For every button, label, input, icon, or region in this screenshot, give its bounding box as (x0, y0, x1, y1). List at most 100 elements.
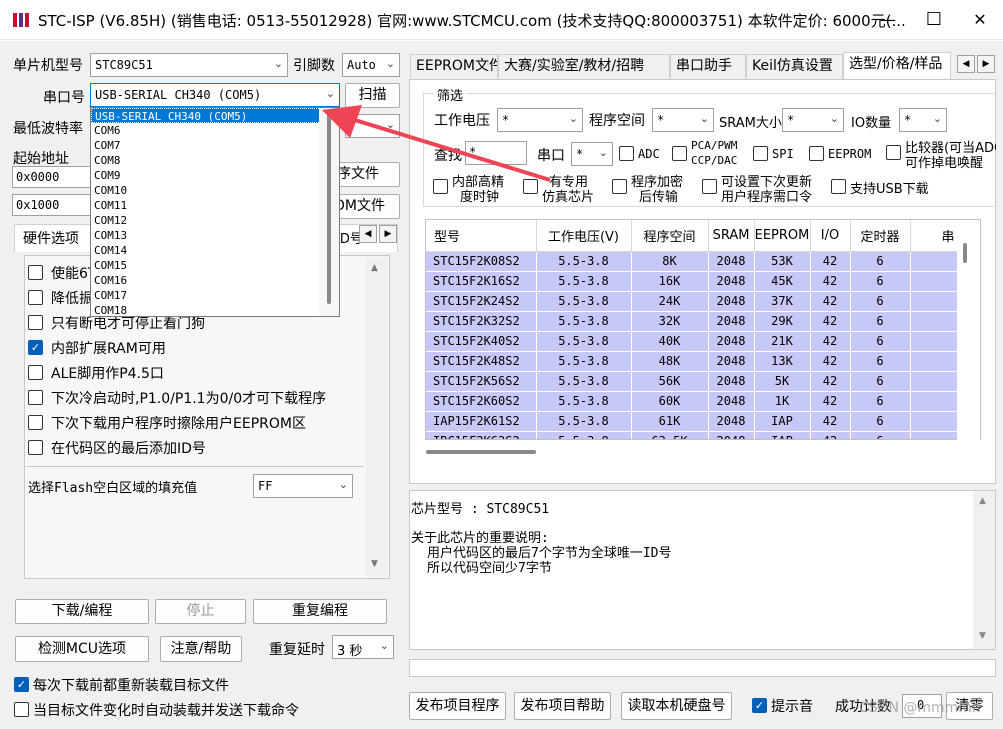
options-scrollbar[interactable]: ▲ ▼ (366, 257, 388, 577)
column-header[interactable]: 定时器 (850, 220, 911, 252)
scroll-up-icon[interactable]: ▲ (979, 496, 986, 506)
table-cell: 6 (850, 351, 911, 372)
tab-1[interactable]: 大赛/实验室/教材/招聘 (498, 54, 670, 78)
publish-program-button[interactable]: 发布项目程序 (409, 692, 506, 720)
tab-4[interactable]: 选型/价格/样品 (843, 52, 951, 79)
table-row[interactable]: IAP15F2K61S2 5.5-3.8 61K 2048 IAP 42 6 (426, 411, 980, 432)
tab-0[interactable]: EEPROM文件 (410, 54, 498, 78)
option-label: 在代码区的最后添加ID号 (51, 441, 206, 457)
option-checkbox[interactable] (28, 365, 43, 380)
table-row[interactable]: IRC15F2K63S25.5-3.863.5K2048IAP426 (426, 431, 980, 439)
fill-select[interactable]: FF ⌄ (253, 474, 353, 498)
chevron-down-icon: ⌄ (699, 112, 709, 125)
chevron-down-icon: ⌄ (325, 87, 335, 100)
table-row[interactable]: STC15F2K32S2 5.5-3.8 32K 2048 29K 42 6 (426, 311, 980, 332)
option-checkbox[interactable]: ✓ (28, 340, 43, 355)
prog-space-select[interactable]: * ⌄ (652, 108, 714, 132)
table-row[interactable]: STC15F2K16S2 5.5-3.8 16K 2048 45K 42 6 (426, 271, 980, 292)
tab-scroll-right-icon[interactable]: ▶ (379, 225, 397, 243)
minimize-icon[interactable]: — (865, 0, 911, 40)
auto-send-checkbox[interactable] (14, 702, 29, 717)
chevron-down-icon: ⌄ (598, 146, 608, 159)
column-header[interactable]: I/O (810, 220, 851, 252)
option-checkbox[interactable] (28, 415, 43, 430)
tab-3[interactable]: Keil仿真设置 (746, 54, 843, 78)
serial-select[interactable]: * ⌄ (571, 142, 613, 166)
table-row[interactable]: STC15F2K24S2 5.5-3.8 24K 2048 37K 42 6 (426, 291, 980, 312)
start-addr-1-input[interactable]: 0x0000 (12, 166, 94, 188)
beep-checkbox[interactable]: ✓ (752, 698, 767, 713)
option-checkbox[interactable] (28, 440, 43, 455)
scroll-down-icon[interactable]: ▼ (371, 559, 378, 569)
scroll-down-icon[interactable]: ▼ (979, 631, 986, 641)
help-button[interactable]: 注意/帮助 (160, 636, 242, 662)
dropdown-item[interactable]: COM17 (91, 288, 339, 303)
table-cell: 2048 (708, 351, 755, 372)
table-cell: 48K (631, 351, 709, 372)
password-label-2: 用户程序需口令 (721, 190, 813, 205)
repeat-delay-select[interactable]: 3 秒 ⌄ (332, 635, 394, 659)
read-disk-button[interactable]: 读取本机硬盘号 (621, 692, 732, 720)
maximize-icon[interactable]: ☐ (911, 0, 957, 40)
start-addr-2-input[interactable]: 0x1000 (12, 194, 94, 216)
close-icon[interactable]: ✕ (957, 0, 1003, 40)
table-row[interactable]: STC15F2K08S2 5.5-3.8 8K 2048 53K 42 6 (426, 251, 980, 272)
table-vscroll-thumb[interactable] (963, 243, 967, 263)
eeprom-checkbox[interactable] (809, 146, 824, 161)
table-cell: 5.5-3.8 (536, 291, 632, 312)
column-header[interactable]: EEPROM (754, 220, 811, 252)
sram-select[interactable]: * ⌄ (782, 108, 844, 132)
io-select[interactable]: * ⌄ (899, 108, 947, 132)
info-scrollbar[interactable]: ▲ ▼ (973, 491, 995, 649)
option-checkbox[interactable] (28, 265, 43, 280)
usb-checkbox[interactable] (831, 179, 846, 194)
comparator-checkbox[interactable] (886, 145, 901, 160)
column-header[interactable]: 工作电压(V) (536, 220, 632, 252)
spi-checkbox[interactable] (753, 146, 768, 161)
reload-checkbox[interactable]: ✓ (14, 677, 29, 692)
table-row[interactable]: STC15F2K56S2 5.5-3.8 56K 2048 5K 42 6 (426, 371, 980, 392)
scroll-up-icon[interactable]: ▲ (371, 263, 378, 273)
table-cell: 16K (631, 271, 709, 292)
dropdown-item[interactable]: COM13 (91, 228, 339, 243)
dropdown-item[interactable]: COM11 (91, 198, 339, 213)
option-checkbox[interactable] (28, 290, 43, 305)
option-checkbox[interactable] (28, 390, 43, 405)
table-hscroll-thumb[interactable] (426, 450, 536, 454)
dropdown-item[interactable]: COM15 (91, 258, 339, 273)
password-checkbox[interactable] (702, 179, 717, 194)
stop-button[interactable]: 停止 (155, 599, 246, 624)
tab-scroll-left-icon[interactable]: ◀ (359, 225, 377, 243)
column-header[interactable]: 程序空间 (631, 220, 709, 252)
tabs-scroll-right-icon[interactable]: ▶ (977, 55, 995, 73)
reprogram-button[interactable]: 重复编程 (253, 599, 387, 624)
publish-help-button[interactable]: 发布项目帮助 (514, 692, 611, 720)
dropdown-item[interactable]: COM12 (91, 213, 339, 228)
detect-mcu-button[interactable]: 检测MCU选项 (15, 636, 149, 662)
tab-hardware-options[interactable]: 硬件选项 (23, 228, 79, 248)
table-vscrollbar[interactable] (957, 237, 980, 440)
dropdown-item[interactable]: COM16 (91, 273, 339, 288)
column-header[interactable]: 型号 (426, 220, 537, 252)
adc-checkbox[interactable] (619, 146, 634, 161)
dropdown-item[interactable]: COM14 (91, 243, 339, 258)
table-cell: 8K (631, 251, 709, 272)
pins-select[interactable]: Auto ⌄ (342, 53, 400, 77)
table-cell: 5.5-3.8 (536, 371, 632, 392)
option-checkbox[interactable] (28, 315, 43, 330)
table-row[interactable]: STC15F2K60S2 5.5-3.8 60K 2048 1K 42 6 (426, 391, 980, 412)
table-row[interactable]: STC15F2K40S2 5.5-3.8 40K 2048 21K 42 6 (426, 331, 980, 352)
tabs-scroll-left-icon[interactable]: ◀ (957, 55, 975, 73)
download-button[interactable]: 下载/编程 (15, 599, 149, 624)
column-header[interactable]: SRAM (708, 220, 755, 252)
divider (26, 466, 364, 467)
table-cell: 2048 (708, 291, 755, 312)
tab-2[interactable]: 串口助手 (670, 54, 746, 78)
beep-label: 提示音 (771, 699, 813, 715)
mcu-type-select[interactable]: STC89C51 ⌄ (90, 53, 288, 77)
pca-checkbox[interactable] (672, 146, 687, 161)
option-label: 内部扩展RAM可用 (51, 341, 166, 357)
encrypt-checkbox[interactable] (612, 179, 627, 194)
dropdown-item[interactable]: COM18 (91, 303, 339, 316)
table-row[interactable]: STC15F2K48S2 5.5-3.8 48K 2048 13K 42 6 (426, 351, 980, 372)
